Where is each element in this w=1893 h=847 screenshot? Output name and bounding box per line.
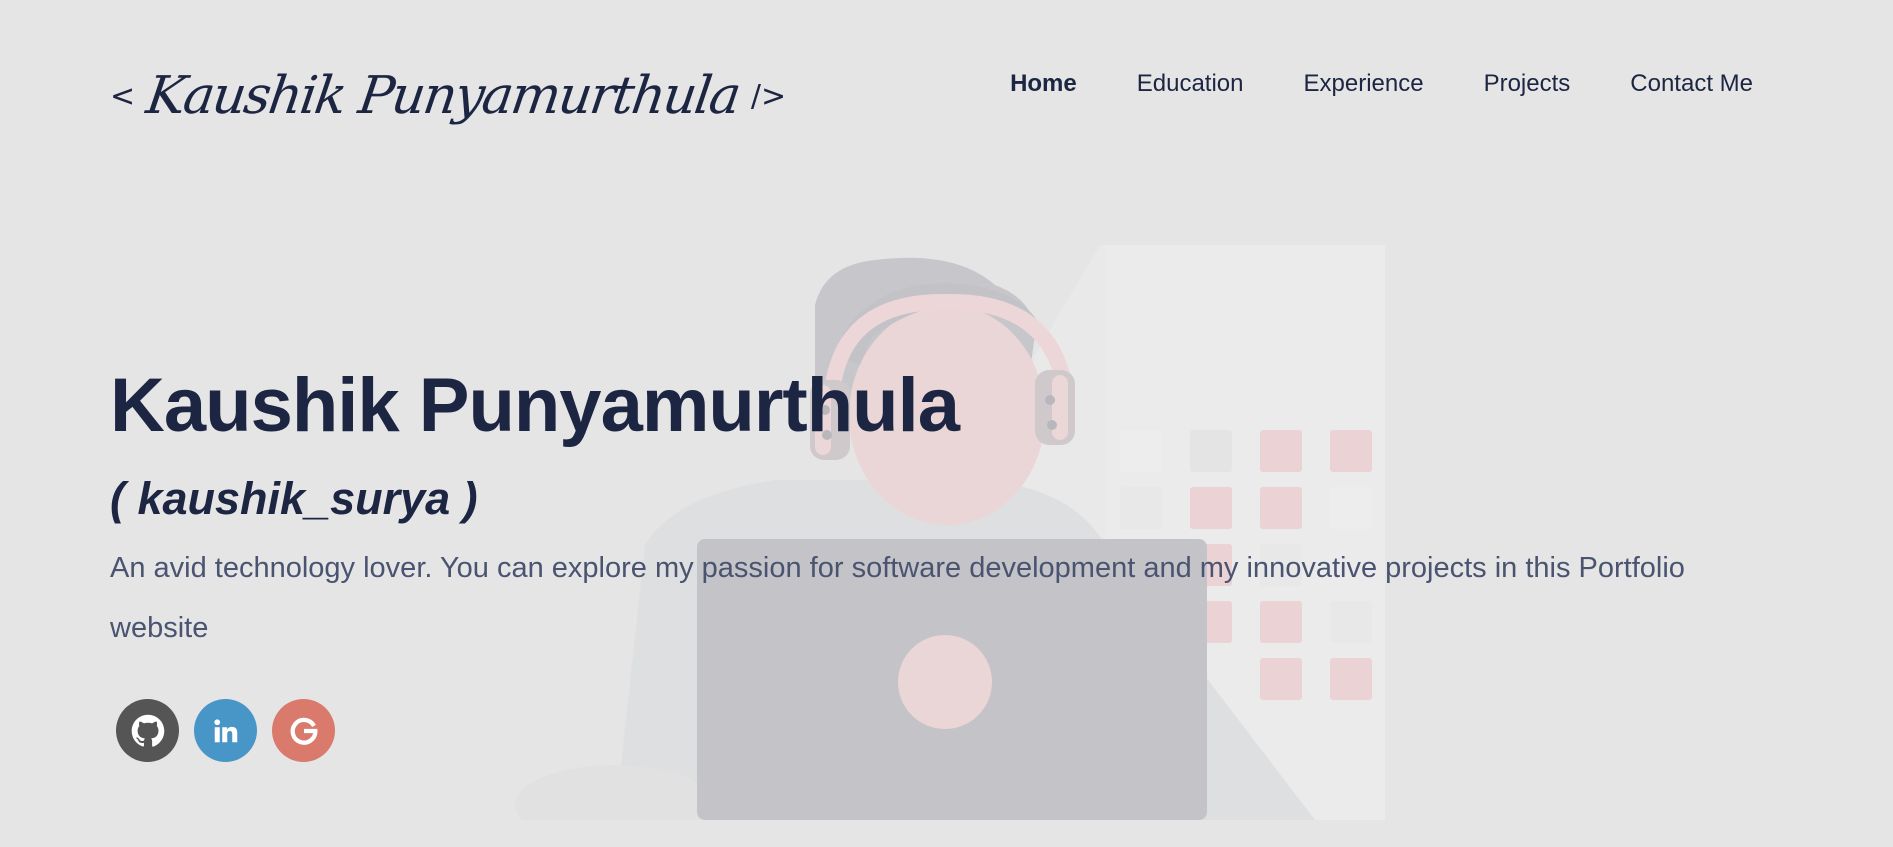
google-icon <box>290 717 317 745</box>
nav-item-contact-me[interactable]: Contact Me <box>1630 70 1753 98</box>
nav-item-projects[interactable]: Projects <box>1484 70 1571 98</box>
github-button[interactable] <box>116 699 179 762</box>
google-button[interactable] <box>272 699 335 762</box>
github-icon <box>131 714 164 747</box>
linkedin-icon <box>213 718 237 742</box>
nav-item-education[interactable]: Education <box>1137 70 1244 98</box>
social-links <box>116 699 335 762</box>
logo-close-bracket: /> <box>750 78 787 114</box>
logo-open-bracket: < <box>110 78 136 114</box>
site-header: < Kaushik Punyamurthula /> Home Educatio… <box>0 0 1893 180</box>
nav-item-experience[interactable]: Experience <box>1304 70 1424 98</box>
nav-item-home[interactable]: Home <box>1010 70 1077 98</box>
linkedin-button[interactable] <box>194 699 257 762</box>
logo-signature: Kaushik Punyamurthula <box>142 66 744 126</box>
hero-handle: ( kaushik_surya ) <box>110 473 478 524</box>
developer-illustration <box>515 245 1385 820</box>
site-logo[interactable]: < Kaushik Punyamurthula /> <box>110 56 786 136</box>
main-nav: Home Education Experience Projects Conta… <box>950 70 1753 98</box>
hero-description: An avid technology lover. You can explor… <box>110 552 1685 644</box>
hero-title: Kaushik Punyamurthula <box>110 363 960 448</box>
